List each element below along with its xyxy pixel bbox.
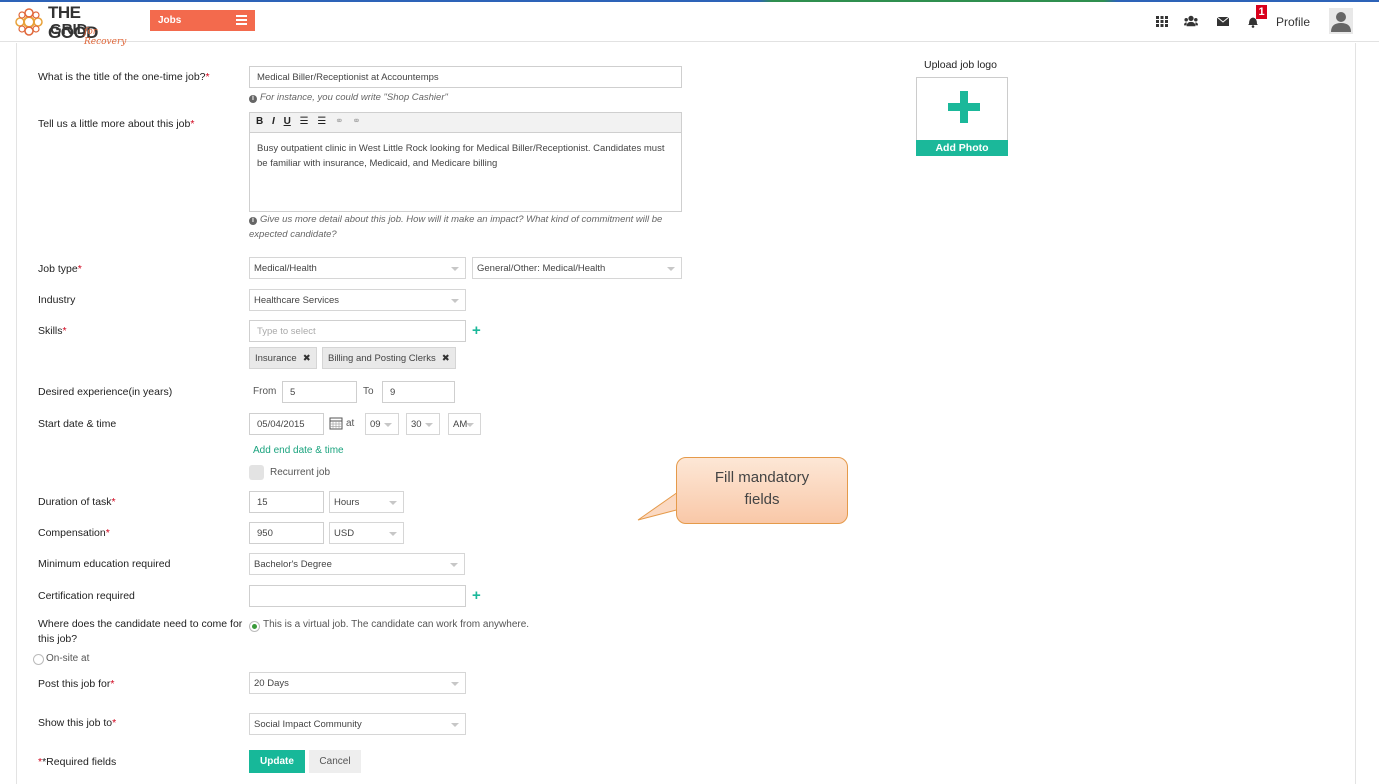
info-icon: i	[249, 95, 257, 103]
post-duration-label: Post this job for*	[38, 678, 115, 690]
calendar-icon[interactable]	[329, 416, 343, 430]
job-description-editor[interactable]: B I U ☰ ☰ ⚭ ⚭ Busy outpatient clinic in …	[249, 112, 682, 212]
editor-toolbar: B I U ☰ ☰ ⚭ ⚭	[250, 113, 681, 133]
virtual-job-radio[interactable]	[249, 621, 260, 632]
job-description-hint: i Give us more detail about this job. How…	[249, 214, 663, 240]
skill-tag-insurance: Insurance ✖	[249, 347, 317, 369]
onsite-radio[interactable]	[33, 654, 44, 665]
add-end-date-link[interactable]: Add end date & time	[253, 445, 344, 456]
top-navigation-bar: THE GOOD GRID for Recovery Jobs 1 Profil…	[0, 2, 1379, 47]
certification-input[interactable]	[249, 585, 466, 607]
compensation-label: Compensation*	[38, 527, 110, 539]
to-label: To	[363, 386, 374, 397]
compensation-input[interactable]: 950	[249, 522, 324, 544]
post-duration-select[interactable]: 20 Days	[249, 672, 466, 694]
numbered-list-icon[interactable]: ☰	[317, 116, 326, 127]
content-frame-left-border	[16, 43, 17, 784]
logo-text-grid: GRID	[50, 21, 88, 38]
apps-grid-icon[interactable]	[1155, 14, 1169, 28]
skill-tag-billing: Billing and Posting Clerks ✖	[322, 347, 456, 369]
job-title-hint: i For instance, you could write "Shop Cas…	[249, 90, 448, 105]
from-label: From	[253, 386, 277, 397]
unlink-icon[interactable]: ⚭	[352, 116, 360, 127]
bulleted-list-icon[interactable]: ☰	[300, 116, 309, 127]
mail-icon[interactable]	[1216, 14, 1230, 28]
logo-text-tagline: for Recovery	[84, 27, 127, 47]
remove-tag-icon[interactable]: ✖	[442, 353, 450, 364]
recurrent-job-label: Recurrent job	[270, 467, 331, 478]
industry-select[interactable]: Healthcare Services	[249, 289, 466, 311]
add-skill-plus-icon[interactable]: +	[472, 322, 481, 339]
job-subtype-select[interactable]: General/Other: Medical/Health	[472, 257, 682, 279]
education-select[interactable]: Bachelor's Degree	[249, 553, 465, 575]
tutorial-callout: Fill mandatory fields	[676, 457, 848, 524]
start-minute-select[interactable]: 30	[406, 413, 440, 435]
virtual-job-label: This is a virtual job. The candidate can…	[263, 619, 530, 630]
update-button[interactable]: Update	[249, 750, 305, 773]
info-icon: i	[249, 217, 257, 225]
add-photo-button[interactable]: Add Photo	[916, 140, 1008, 156]
content-frame-right-border	[1355, 43, 1356, 784]
add-certification-plus-icon[interactable]: +	[472, 587, 481, 604]
required-fields-note: **Required fields	[38, 756, 117, 768]
users-icon[interactable]	[1184, 14, 1198, 28]
onsite-label: On-site at	[46, 653, 90, 664]
required-note-text: *Required fields	[42, 756, 117, 768]
profile-link[interactable]: Profile	[1276, 15, 1310, 29]
link-icon[interactable]: ⚭	[335, 116, 343, 127]
avatar-icon[interactable]	[1329, 8, 1353, 34]
remove-tag-icon[interactable]: ✖	[303, 353, 311, 364]
job-title-label: What is the title of the one-time job?*	[38, 71, 210, 83]
jobs-menu-button[interactable]: Jobs	[150, 10, 255, 31]
start-ampm-select[interactable]: AM	[448, 413, 481, 435]
duration-unit-select[interactable]: Hours	[329, 491, 404, 513]
job-description-text[interactable]: Busy outpatient clinic in West Little Ro…	[250, 133, 681, 179]
industry-label: Industry	[38, 294, 76, 306]
duration-label: Duration of task*	[38, 496, 116, 508]
start-hour-select[interactable]: 09	[365, 413, 399, 435]
hamburger-icon	[236, 15, 247, 26]
education-label: Minimum education required	[38, 558, 171, 570]
italic-icon[interactable]: I	[272, 116, 275, 127]
jobs-menu-label: Jobs	[158, 15, 182, 26]
underline-icon[interactable]: U	[284, 116, 291, 127]
cancel-button[interactable]: Cancel	[309, 750, 361, 773]
start-date-label: Start date & time	[38, 418, 117, 430]
certification-label: Certification required	[38, 590, 135, 602]
at-label: at	[346, 418, 355, 429]
job-type-label: Job type*	[38, 263, 82, 275]
location-label: Where does the candidate need to come fo…	[38, 618, 243, 645]
currency-select[interactable]: USD	[329, 522, 404, 544]
experience-to-input[interactable]: 9	[382, 381, 455, 403]
upload-logo-box[interactable]: Add Photo	[916, 77, 1008, 156]
duration-input[interactable]: 15	[249, 491, 324, 513]
notification-badge: 1	[1256, 5, 1267, 19]
skills-input[interactable]: Type to select	[249, 320, 466, 342]
job-type-select[interactable]: Medical/Health	[249, 257, 466, 279]
job-title-input[interactable]: Medical Biller/Receptionist at Accountem…	[249, 66, 682, 88]
skills-label: Skills*	[38, 325, 67, 337]
callout-text: Fill mandatory fields	[714, 469, 810, 508]
upload-logo-label: Upload job logo	[924, 59, 997, 71]
add-photo-plus-icon-bar	[948, 103, 980, 111]
audience-label: Show this job to*	[38, 717, 117, 729]
good-grid-logo[interactable]: THE GOOD GRID for Recovery	[12, 3, 132, 47]
recurrent-job-checkbox[interactable]	[249, 465, 264, 480]
job-description-label: Tell us a little more about this job*	[38, 118, 195, 130]
start-date-input[interactable]: 05/04/2015	[249, 413, 324, 435]
flower-logo-icon	[15, 8, 43, 36]
bold-icon[interactable]: B	[256, 116, 263, 127]
audience-select[interactable]: Social Impact Community	[249, 713, 466, 735]
experience-from-input[interactable]: 5	[282, 381, 357, 403]
experience-label: Desired experience(in years)	[38, 386, 173, 398]
